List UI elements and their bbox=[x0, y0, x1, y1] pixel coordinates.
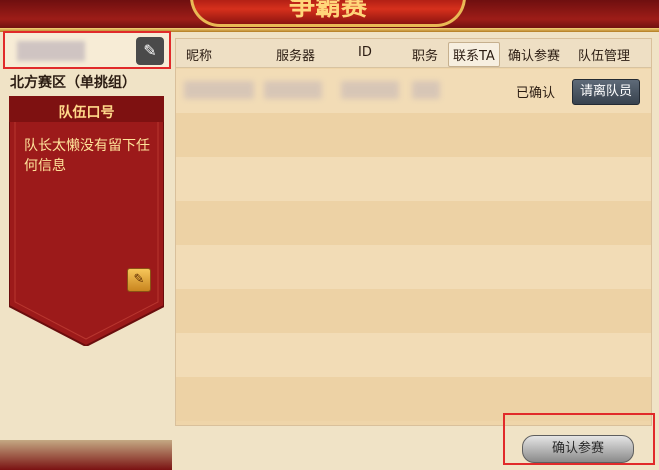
top-banner: 争霸赛 bbox=[0, 0, 659, 32]
division-label: 北方赛区（单挑组） bbox=[10, 75, 136, 91]
table-row bbox=[176, 113, 651, 157]
column-role: 职务 bbox=[412, 49, 439, 64]
confirm-participation-button[interactable]: 确认参赛 bbox=[522, 435, 634, 463]
slogan-title: 队伍口号 bbox=[58, 105, 115, 121]
member-table: 昵称 服务器 ID 职务 联系TA 确认参赛 队伍管理 已确认 请离队员 bbox=[175, 38, 652, 426]
column-team-manage: 队伍管理 bbox=[578, 49, 631, 64]
redacted-nickname bbox=[184, 81, 254, 99]
edit-slogan-button[interactable]: ✎ bbox=[127, 268, 151, 292]
column-id: ID bbox=[358, 45, 372, 60]
redacted-role bbox=[412, 81, 440, 99]
event-title: 争霸赛 bbox=[190, 0, 466, 27]
column-nickname: 昵称 bbox=[186, 49, 213, 64]
edit-team-name-button[interactable]: ✎ bbox=[136, 37, 164, 65]
redacted-server bbox=[264, 81, 322, 99]
team-name-redacted bbox=[17, 41, 85, 61]
table-rows bbox=[176, 69, 651, 421]
tab-contact[interactable]: 联系TA bbox=[448, 42, 500, 67]
confirmed-status: 已确认 bbox=[516, 86, 556, 101]
column-server: 服务器 bbox=[276, 49, 316, 64]
table-row bbox=[176, 245, 651, 289]
pencil-icon: ✎ bbox=[143, 41, 157, 60]
team-name-box: ✎ bbox=[3, 31, 171, 69]
table-row bbox=[176, 201, 651, 245]
pencil-icon: ✎ bbox=[133, 272, 145, 287]
bottom-left-decoration bbox=[0, 440, 172, 470]
redacted-id bbox=[341, 81, 399, 99]
table-row bbox=[176, 289, 651, 333]
slogan-text: 队长太懒没有留下任何信息 bbox=[24, 138, 150, 174]
slogan-banner-shape bbox=[9, 96, 164, 346]
table-row bbox=[176, 333, 651, 377]
table-row bbox=[176, 157, 651, 201]
slogan-banner: 队伍口号 队长太懒没有留下任何信息 ✎ bbox=[9, 96, 164, 346]
column-confirm: 确认参赛 bbox=[508, 49, 561, 64]
table-header: 昵称 服务器 ID 职务 联系TA 确认参赛 队伍管理 bbox=[176, 39, 651, 68]
kick-member-button[interactable]: 请离队员 bbox=[572, 79, 640, 105]
